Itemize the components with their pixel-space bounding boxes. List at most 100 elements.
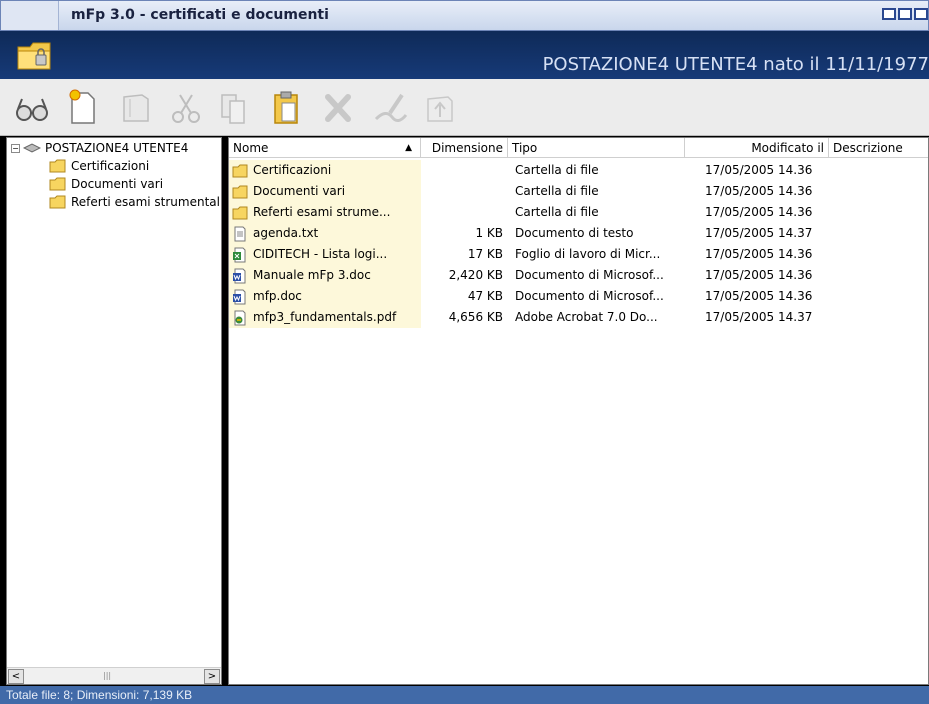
table-row[interactable]: mfp3_fundamentals.pdf 4,656 KB Adobe Acrob… xyxy=(229,307,928,328)
close-button[interactable] xyxy=(914,8,928,20)
horizontal-scrollbar[interactable]: < ||| > xyxy=(7,667,221,684)
column-header-label: Nome xyxy=(233,141,269,155)
window-title: mFp 3.0 - certificati e documenti xyxy=(71,7,329,23)
copy-icon xyxy=(221,94,245,124)
tree-item-documenti[interactable]: Documenti vari xyxy=(31,176,163,192)
cell-type: Documento di Microsof... xyxy=(515,268,664,282)
cell-size: 47 KB xyxy=(467,289,503,303)
column-header-modified[interactable]: Modificato il xyxy=(685,138,829,158)
delete-icon xyxy=(325,94,351,122)
folder-icon xyxy=(49,159,66,173)
table-row[interactable]: Manuale mFp 3.doc 2,420 KB Documento di Mi… xyxy=(229,265,928,286)
paste-button[interactable] xyxy=(266,85,306,129)
cell-size: 4,656 KB xyxy=(448,310,503,324)
new-document-button[interactable] xyxy=(62,85,102,129)
cell-name[interactable]: Certificazioni xyxy=(229,160,421,181)
column-header-name[interactable]: Nome ▲ xyxy=(229,138,421,158)
file-name: Manuale mFp 3.doc xyxy=(253,268,371,282)
tree-item-referti[interactable]: Referti esami strumentali xyxy=(31,194,221,210)
title-bar[interactable]: mFp 3.0 - certificati e documenti xyxy=(0,0,929,31)
file-name: Certificazioni xyxy=(253,163,332,177)
cell-name[interactable]: Manuale mFp 3.doc xyxy=(229,265,421,286)
folder-icon xyxy=(49,177,66,191)
cell-type: Cartella di file xyxy=(515,184,599,198)
cell-type: Documento di testo xyxy=(515,226,634,240)
cell-type: Cartella di file xyxy=(515,163,599,177)
list-header: Nome ▲ Dimensione Tipo Modificato il Des… xyxy=(229,138,928,158)
minimize-button[interactable] xyxy=(882,8,896,20)
column-header-label: Modificato il xyxy=(751,141,824,155)
window-controls xyxy=(882,8,928,20)
cell-modified: 17/05/2005 14.36 xyxy=(705,184,813,198)
user-info: POSTAZIONE4 UTENTE4 nato il 11/11/1977 xyxy=(542,54,929,75)
column-header-description[interactable]: Descrizione xyxy=(829,138,928,158)
glasses-icon xyxy=(16,98,48,121)
cut-button[interactable] xyxy=(166,85,206,129)
scroll-left-icon[interactable]: < xyxy=(8,669,24,684)
cell-size: 17 KB xyxy=(467,247,503,261)
cell-size xyxy=(421,160,505,181)
cell-name[interactable]: agenda.txt xyxy=(229,223,421,244)
copy-button[interactable] xyxy=(214,85,254,129)
open-button[interactable] xyxy=(116,85,156,129)
table-row[interactable]: Documenti vari Cartella di file 17/05/2005… xyxy=(229,181,928,202)
cell-type: Foglio di lavoro di Micr... xyxy=(515,247,661,261)
app-window: mFp 3.0 - certificati e documenti POSTAZ… xyxy=(0,0,929,704)
table-row[interactable]: Certificazioni Cartella di file 17/05/2005… xyxy=(229,160,928,181)
up-level-button[interactable] xyxy=(420,85,460,129)
table-row[interactable]: CIDITECH - Lista logi... 17 KB Foglio di l… xyxy=(229,244,928,265)
maximize-button[interactable] xyxy=(898,8,912,20)
view-button[interactable] xyxy=(12,85,52,129)
open-folder-icon xyxy=(123,94,149,122)
toolbar xyxy=(0,79,929,136)
cell-name[interactable]: mfp.doc xyxy=(229,286,421,307)
cell-size: 1 KB xyxy=(475,226,503,240)
signature-icon xyxy=(374,93,408,122)
column-header-label: Dimensione xyxy=(431,141,503,155)
file-name: agenda.txt xyxy=(253,226,319,240)
file-name: mfp3_fundamentals.pdf xyxy=(253,310,397,324)
header-banner: POSTAZIONE4 UTENTE4 nato il 11/11/1977 xyxy=(0,31,929,79)
app-logo-icon xyxy=(17,42,51,70)
computer-icon xyxy=(23,143,41,153)
file-name: CIDITECH - Lista logi... xyxy=(253,247,388,261)
folder-icon xyxy=(232,206,248,219)
table-row[interactable]: Referti esami strume... Cartella di file 1… xyxy=(229,202,928,223)
collapse-icon[interactable]: − xyxy=(11,143,20,153)
cell-size xyxy=(421,202,505,223)
folder-icon xyxy=(232,185,248,198)
cell-name[interactable]: CIDITECH - Lista logi... xyxy=(229,244,421,265)
pdf-file-icon xyxy=(234,310,246,325)
scissors-icon xyxy=(172,94,200,123)
column-header-size[interactable]: Dimensione xyxy=(421,138,508,158)
excel-file-icon xyxy=(233,247,246,262)
table-row[interactable]: agenda.txt 1 KB Documento di testo 17/05/20… xyxy=(229,223,928,244)
folder-tree[interactable]: − POSTAZIONE4 UTENTE4 Certificazioni Doc… xyxy=(6,137,222,685)
sign-button[interactable] xyxy=(370,85,410,129)
file-name: Referti esami strume... xyxy=(253,205,391,219)
cell-name[interactable]: Referti esami strume... xyxy=(229,202,421,223)
file-list[interactable]: Nome ▲ Dimensione Tipo Modificato il Des… xyxy=(228,137,929,685)
file-name: mfp.doc xyxy=(253,289,302,303)
cell-name[interactable]: mfp3_fundamentals.pdf xyxy=(229,307,421,328)
delete-button[interactable] xyxy=(318,85,358,129)
sort-ascending-icon: ▲ xyxy=(405,143,412,153)
folder-icon xyxy=(232,164,248,177)
column-header-type[interactable]: Tipo xyxy=(508,138,685,158)
cell-size xyxy=(421,181,505,202)
scroll-right-icon[interactable]: > xyxy=(204,669,220,684)
tree-item-certificazioni[interactable]: Certificazioni xyxy=(31,158,149,174)
tree-root[interactable]: − POSTAZIONE4 UTENTE4 xyxy=(11,140,188,156)
word-file-icon xyxy=(233,268,246,283)
file-name: Documenti vari xyxy=(253,184,346,198)
cell-modified: 17/05/2005 14.36 xyxy=(705,289,813,303)
scroll-grip-icon[interactable]: ||| xyxy=(103,671,111,680)
cell-modified: 17/05/2005 14.36 xyxy=(705,205,813,219)
tree-root-label: POSTAZIONE4 UTENTE4 xyxy=(45,141,189,155)
cell-type: Documento di Microsof... xyxy=(515,289,664,303)
table-row[interactable]: mfp.doc 47 KB Documento di Microsof... 17/0… xyxy=(229,286,928,307)
paste-icon xyxy=(274,91,298,124)
cell-modified: 17/05/2005 14.37 xyxy=(705,310,813,324)
cell-size: 2,420 KB xyxy=(448,268,503,282)
cell-name[interactable]: Documenti vari xyxy=(229,181,421,202)
